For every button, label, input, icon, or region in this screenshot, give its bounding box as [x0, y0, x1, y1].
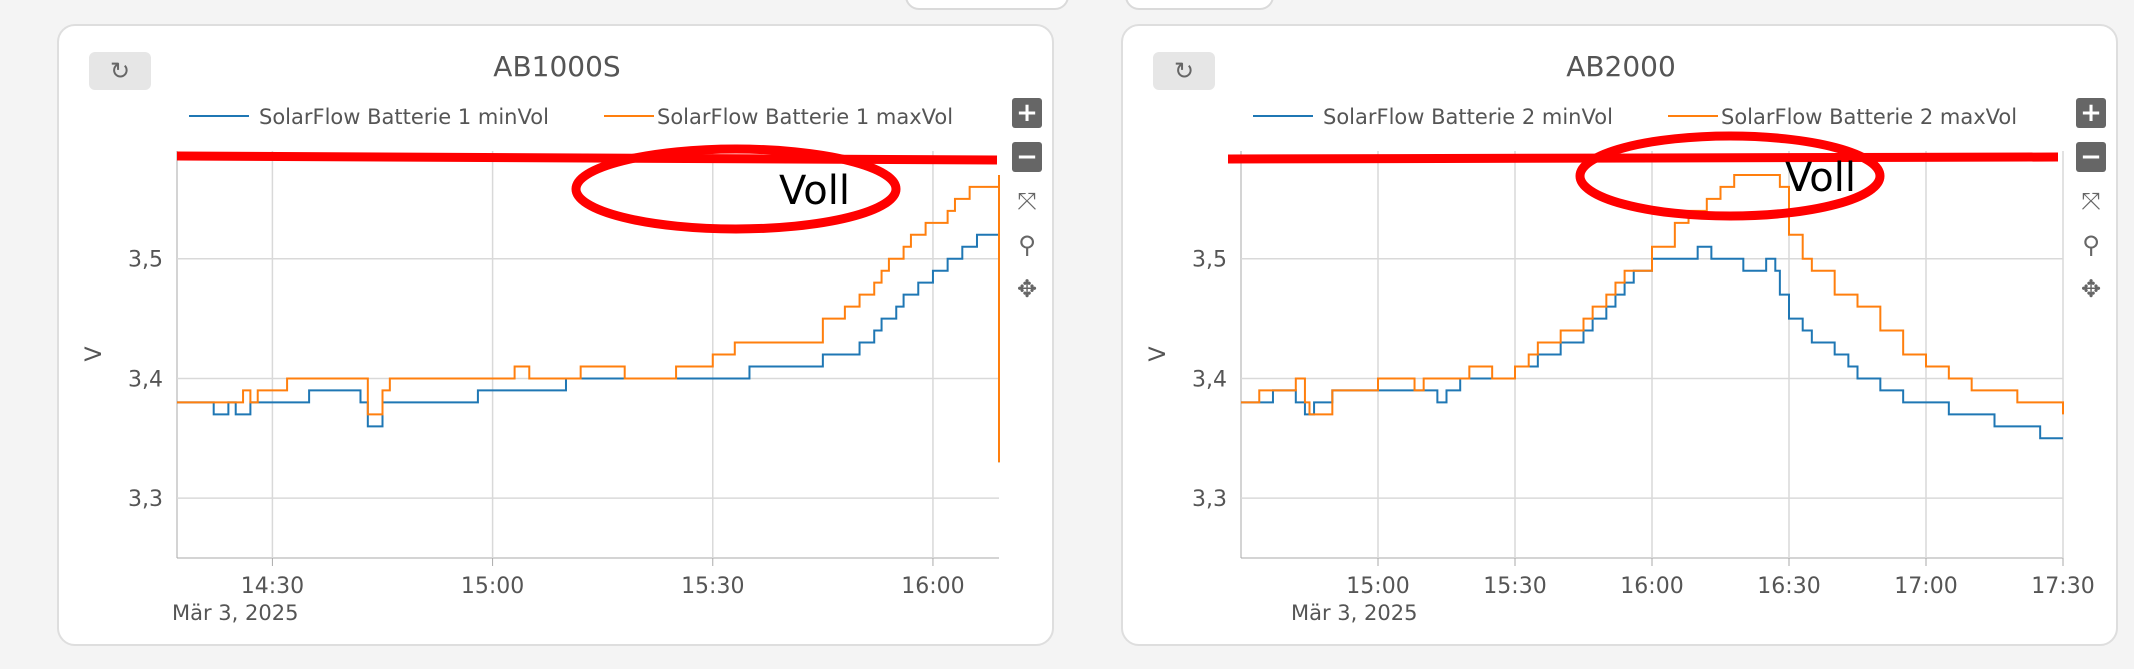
y-tick-label: 3,5	[128, 248, 163, 273]
series-line-min[interactable]	[177, 210, 1000, 463]
legend-label-min[interactable]: SolarFlow Batterie 2 minVol	[1323, 105, 1613, 129]
x-tick-label: 14:30	[241, 574, 304, 599]
annotation: Voll	[176, 144, 998, 234]
chart-svg: AB1000S SolarFlow Batterie 1 minVol Sola…	[82, 50, 1000, 625]
x-tick-label: 15:30	[681, 574, 744, 599]
chart-title: AB1000S	[493, 50, 620, 83]
x-axis-date-label: Mär 3, 2025	[172, 601, 298, 625]
top-tab-stub-right	[1125, 0, 1274, 10]
axis-ticks: 3,3 3,4 3,5 15:00 15:30 16:00 16:30 17:00 17:30	[1192, 248, 2095, 599]
x-tick-label: 15:30	[1483, 574, 1546, 599]
x-tick-label: 17:00	[1894, 574, 1957, 599]
legend: SolarFlow Batterie 1 minVol SolarFlow Ba…	[189, 105, 953, 129]
voll-annotation-label: Voll	[779, 168, 850, 214]
chart-panel-ab2000: ↻ + − ⤧ ⚲ ✥ AB2000 SolarFlow Batterie 2 …	[1121, 24, 2118, 646]
full-level-line	[176, 151, 998, 165]
x-tick-label: 16:00	[1620, 574, 1683, 599]
x-axis-date-label: Mär 3, 2025	[1291, 601, 1417, 625]
series-line-max[interactable]	[177, 174, 1000, 463]
full-level-line	[1227, 152, 2059, 164]
y-tick-label: 3,4	[1192, 367, 1227, 392]
annotation: Voll	[1227, 131, 2059, 221]
y-tick-label: 3,5	[1192, 248, 1227, 273]
y-tick-label: 3,4	[128, 367, 163, 392]
chart-title: AB2000	[1566, 50, 1676, 83]
legend-label-min[interactable]: SolarFlow Batterie 1 minVol	[259, 105, 549, 129]
x-tick-label: 17:30	[2031, 574, 2094, 599]
x-tick-label: 15:00	[1346, 574, 1409, 599]
y-axis-label: V	[82, 346, 107, 361]
x-tick-label: 15:00	[461, 574, 524, 599]
voll-annotation-label: Voll	[1785, 155, 1856, 201]
y-tick-label: 3,3	[128, 487, 163, 512]
legend-label-max[interactable]: SolarFlow Batterie 1 maxVol	[657, 105, 953, 129]
x-tick-label: 16:00	[901, 574, 964, 599]
y-tick-label: 3,3	[1192, 487, 1227, 512]
x-tick-label: 16:30	[1757, 574, 1820, 599]
top-tab-stub-left	[905, 0, 1069, 10]
legend: SolarFlow Batterie 2 minVol SolarFlow Ba…	[1253, 105, 2017, 129]
plot-area[interactable]	[177, 174, 1000, 463]
chart-panel-ab1000s: ↻ + − ⤧ ⚲ ✥ AB1000S SolarFlow Batterie 1…	[57, 24, 1054, 646]
legend-label-max[interactable]: SolarFlow Batterie 2 maxVol	[1721, 105, 2017, 129]
y-axis-label: V	[1146, 346, 1171, 361]
chart-svg: AB2000 SolarFlow Batterie 2 minVol Solar…	[1146, 50, 2095, 625]
axis-ticks: 3,33,43,514:3015:0015:3016:0016:3017:00	[128, 248, 965, 599]
